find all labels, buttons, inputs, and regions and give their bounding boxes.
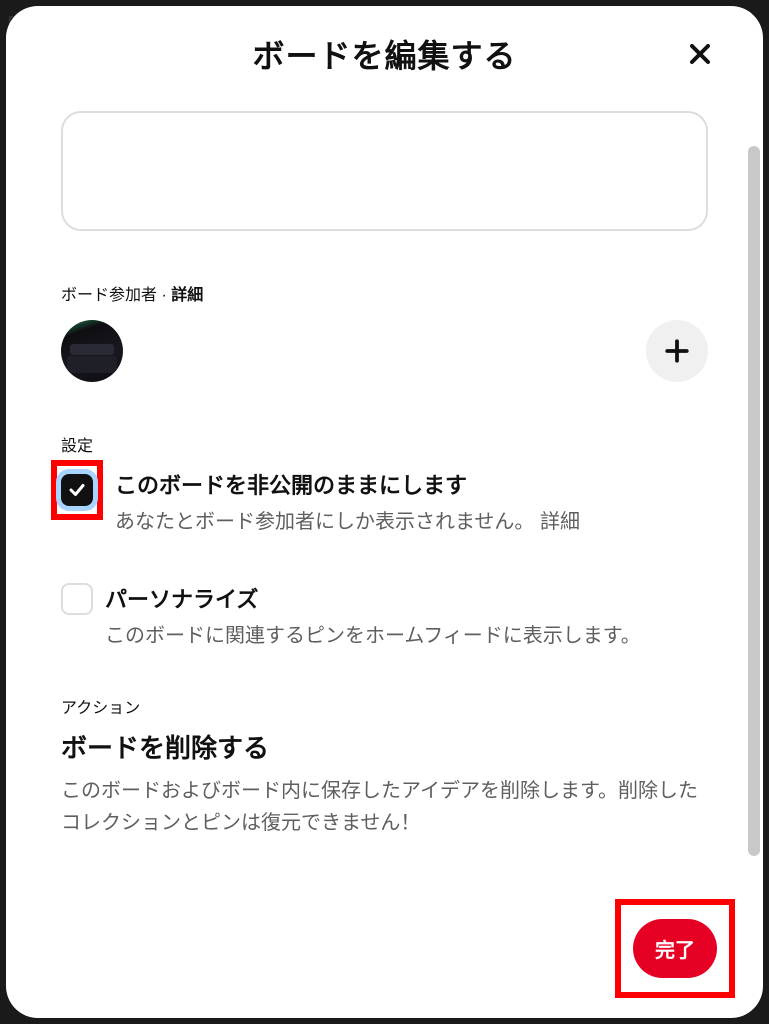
personalize-setting-text: パーソナライズ このボードに関連するピンをホームフィードに表示します。 — [105, 580, 708, 652]
modal-body: ボード参加者 · 詳細 設定 このボードを非公開のままにしま — [6, 101, 763, 1018]
avatar[interactable] — [61, 320, 123, 382]
check-icon — [68, 481, 86, 499]
done-button[interactable]: 完了 — [633, 919, 717, 978]
settings-heading: 設定 — [61, 432, 708, 456]
close-button[interactable] — [675, 29, 725, 79]
personalize-checkbox[interactable] — [61, 583, 93, 615]
description-input[interactable] — [61, 111, 708, 231]
collaborators-separator: · — [157, 287, 171, 304]
done-button-highlight: 完了 — [615, 899, 735, 998]
collaborators-label: ボード参加者 · 詳細 — [61, 281, 708, 305]
personalize-setting-title: パーソナライズ — [105, 582, 708, 614]
plus-icon — [664, 338, 690, 364]
actions-heading: アクション — [61, 694, 708, 718]
collaborators-label-text: ボード参加者 — [61, 287, 157, 304]
modal-title: ボードを編集する — [252, 31, 516, 77]
checkbox-highlight — [51, 460, 103, 520]
private-setting-row: このボードを非公開のままにします あなたとボード参加者にしか表示されません。 詳… — [61, 466, 708, 538]
add-collaborator-button[interactable] — [646, 320, 708, 382]
edit-board-modal: ボードを編集する ボード参加者 · 詳細 設定 — [6, 6, 763, 1018]
private-setting-desc: あなたとボード参加者にしか表示されません。 詳細 — [115, 506, 708, 538]
personalize-setting-row: パーソナライズ このボードに関連するピンをホームフィードに表示します。 — [61, 580, 708, 652]
collaborators-row — [61, 320, 708, 382]
delete-board-desc: このボードおよびボード内に保存したアイデアを削除します。削除したコレクションとピ… — [61, 775, 708, 839]
personalize-setting-desc: このボードに関連するピンをホームフィードに表示します。 — [105, 620, 708, 652]
private-setting-title: このボードを非公開のままにします — [115, 468, 708, 500]
modal-header: ボードを編集する — [6, 6, 763, 101]
private-setting-text: このボードを非公開のままにします あなたとボード参加者にしか表示されません。 詳… — [115, 466, 708, 538]
close-icon — [688, 42, 712, 66]
private-details-link[interactable]: 詳細 — [540, 511, 580, 533]
delete-board-title[interactable]: ボードを削除する — [61, 728, 708, 765]
private-checkbox[interactable] — [61, 474, 93, 506]
collaborators-details-link[interactable]: 詳細 — [171, 287, 203, 304]
